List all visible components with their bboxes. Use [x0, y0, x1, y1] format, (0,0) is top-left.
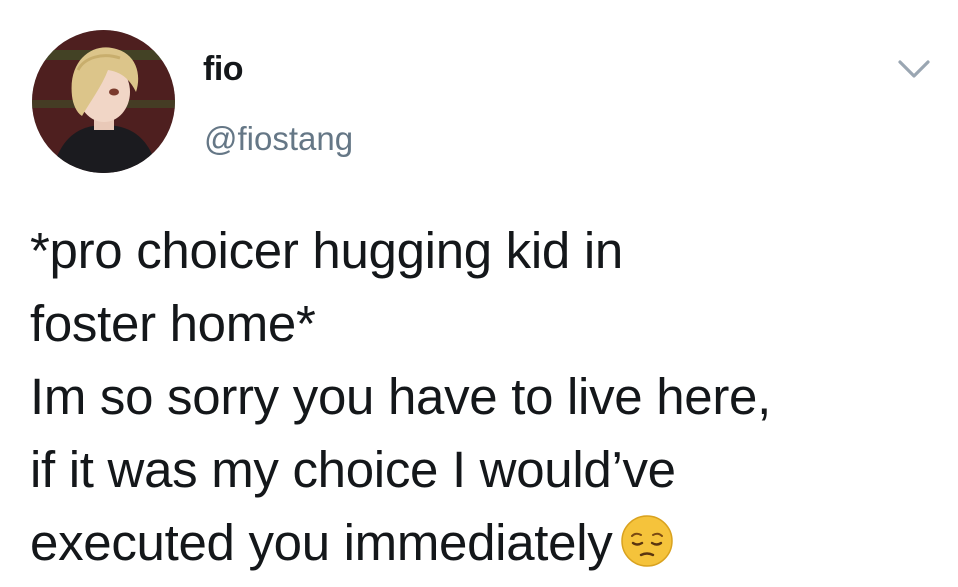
avatar[interactable]	[32, 30, 175, 173]
tweet-text-line: executed you immediately	[30, 514, 613, 571]
tweet-text-line: if it was my choice I would’ve	[30, 441, 676, 498]
tweet-text-line: foster home*	[30, 295, 316, 352]
pensive-face-emoji-icon	[620, 514, 674, 568]
tweet-text-line: *pro choicer hugging kid in	[30, 222, 623, 279]
tweet-text-line: Im so sorry you have to live here,	[30, 368, 771, 425]
tweet-menu-button[interactable]	[894, 54, 934, 84]
author-handle[interactable]: @fiostang	[204, 120, 353, 158]
author-display-name[interactable]: fio	[203, 50, 244, 89]
tweet-text: *pro choicer hugging kid in foster home*…	[30, 214, 940, 579]
tweet-text-line-last: executed you immediately	[30, 506, 940, 579]
tweet-card: fio @fiostang *pro choicer hugging kid i…	[0, 0, 958, 587]
avatar-image	[32, 30, 175, 173]
chevron-down-icon	[898, 60, 930, 78]
